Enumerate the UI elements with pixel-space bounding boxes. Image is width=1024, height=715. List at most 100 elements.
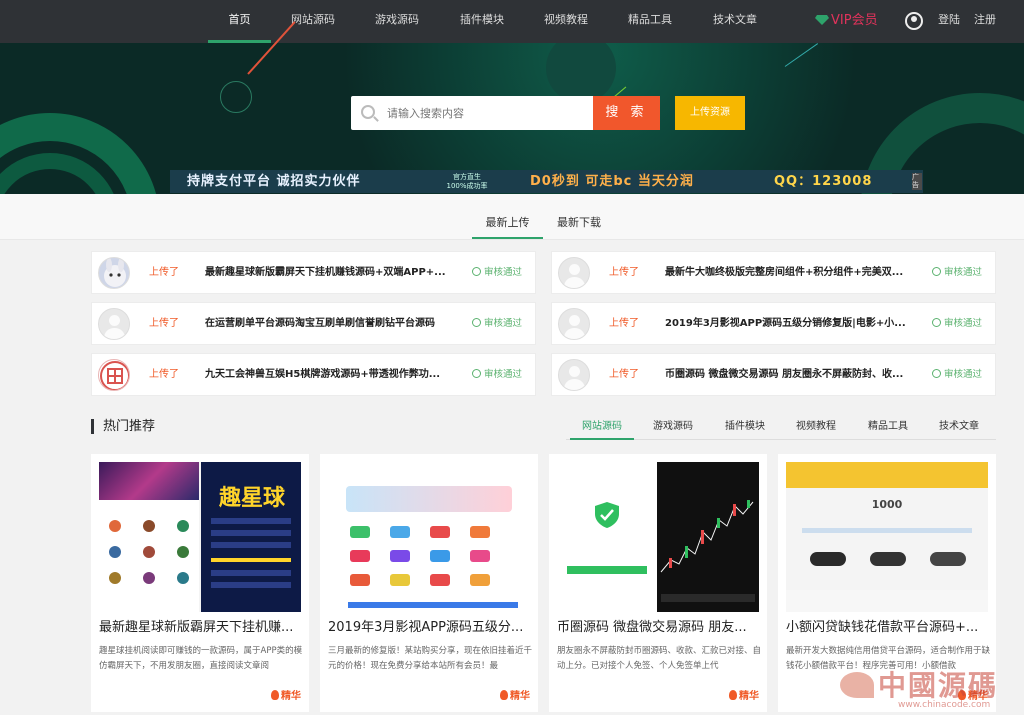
hot-section-title: 热门推荐 — [103, 419, 156, 434]
thumb-icon — [177, 572, 189, 584]
thumb-row — [211, 582, 291, 588]
banner-circle — [220, 81, 252, 113]
upload-title[interactable]: 2019年3月影视APP源码五级分销修复版|电影+小... — [665, 303, 915, 344]
product-title[interactable]: 小额闪贷缺钱花借款平台源码+... — [786, 618, 992, 638]
tab-latest-upload[interactable]: 最新上传 — [472, 209, 543, 239]
product-card[interactable]: 2019年3月影视APP源码五级分... 三月最新的修复版！某站购买分享，现在依… — [320, 454, 538, 712]
thumb-icon — [109, 546, 121, 558]
thumb-row — [211, 530, 291, 536]
product-card[interactable]: 趣星球 最新趣星球新版霸屏天下挂机赚... 趣星球挂机阅读即可赚钱的一款源码，属… — [91, 454, 309, 712]
ad-banner[interactable]: 持牌支付平台 诚招实力伙伴 官方直生 100%成功率 D0秒到 可走bc 当天分… — [170, 170, 923, 193]
product-title[interactable]: 2019年3月影视APP源码五级分... — [328, 618, 534, 638]
flame-icon — [271, 690, 279, 700]
login-link[interactable]: 登陆 — [938, 0, 960, 40]
status-badge: 审核通过 — [472, 303, 522, 344]
status-badge: 审核通过 — [932, 303, 982, 344]
upload-tag: 上传了 — [609, 267, 639, 278]
status-badge: 审核通过 — [932, 252, 982, 293]
thumb-icon — [177, 520, 189, 532]
check-circle-icon — [472, 267, 481, 276]
upload-title[interactable]: 币圈源码 微盘微交易源码 朋友圈永不屏蔽防封、收... — [665, 354, 915, 395]
status-text: 审核通过 — [944, 369, 983, 380]
featured-label: 精华 — [281, 691, 301, 702]
search-button[interactable]: 搜 索 — [593, 96, 660, 130]
thumb-row — [211, 570, 291, 576]
product-thumbnail[interactable] — [328, 462, 530, 612]
check-circle-icon — [472, 318, 481, 327]
product-thumbnail[interactable]: 趣星球 — [99, 462, 301, 612]
watermark-logo-icon — [840, 672, 874, 698]
seal-avatar-icon — [100, 361, 129, 390]
nav-item-plugins[interactable]: 插件模块 — [454, 0, 510, 43]
ad-text-partner: 持牌支付平台 诚招实力伙伴 — [187, 174, 361, 189]
thumb-trading-chart — [657, 462, 759, 612]
register-link[interactable]: 注册 — [974, 0, 996, 40]
check-circle-icon — [932, 369, 941, 378]
nav-item-home[interactable]: 首页 — [208, 0, 271, 43]
hot-tab-game-source[interactable]: 游戏源码 — [645, 414, 701, 440]
thumb-banner — [346, 486, 512, 512]
upload-item[interactable]: 上传了 最新牛大咖终极版完整房间组件+积分组件+完美双... 审核通过 — [551, 251, 996, 294]
featured-label: 精华 — [739, 691, 759, 702]
search-input[interactable] — [387, 96, 587, 130]
hot-tab-articles[interactable]: 技术文章 — [931, 414, 987, 440]
thumb-icon — [390, 550, 410, 562]
flame-icon — [500, 690, 508, 700]
upload-resource-button[interactable]: 上传资源 — [675, 96, 745, 130]
thumb-app-home — [99, 462, 199, 612]
check-circle-icon — [932, 318, 941, 327]
avatar-body — [564, 277, 585, 288]
top-nav: 首页 网站源码 游戏源码 插件模块 视频教程 精品工具 技术文章 VIP会员 登… — [0, 0, 1024, 43]
thumb-footer — [348, 602, 518, 608]
upload-item[interactable]: 上传了 最新趣星球新版霸屏天下挂机赚钱源码+双端APP+... 审核通过 — [91, 251, 536, 294]
avatar — [98, 257, 130, 289]
thumb-icon — [810, 552, 846, 566]
upload-item[interactable]: 上传了 币圈源码 微盘微交易源码 朋友圈永不屏蔽防封、收... 审核通过 — [551, 353, 996, 396]
nav-item-articles[interactable]: 技术文章 — [707, 0, 763, 43]
product-thumbnail[interactable] — [557, 462, 759, 612]
hot-tab-plugins[interactable]: 插件模块 — [717, 414, 773, 440]
product-title[interactable]: 最新趣星球新版霸屏天下挂机赚... — [99, 618, 305, 638]
nav-item-video-tutorials[interactable]: 视频教程 — [538, 0, 594, 43]
thumb-row — [211, 542, 291, 548]
product-card[interactable]: 币圈源码 微盘微交易源码 朋友... 朋友圈永不屏蔽防封币圈源码、收款、汇款已对… — [549, 454, 767, 712]
ad-text-official-line2: 100%成功率 — [446, 182, 488, 190]
bunny-avatar-icon — [104, 258, 126, 287]
upload-title[interactable]: 九天工会神兽互娱H5棋牌游戏源码+带透视作弊功... — [205, 354, 455, 395]
upload-title[interactable]: 最新牛大咖终极版完整房间组件+积分组件+完美双... — [665, 252, 915, 293]
watermark-url: www.chinacode.com — [898, 700, 991, 710]
avatar — [98, 308, 130, 340]
status-badge: 审核通过 — [472, 252, 522, 293]
hot-tab-video-tutorials[interactable]: 视频教程 — [788, 414, 844, 440]
hot-tab-website-source[interactable]: 网站源码 — [570, 414, 634, 440]
thumb-button — [567, 566, 647, 574]
upload-title[interactable]: 最新趣星球新版霸屏天下挂机赚钱源码+双端APP+... — [205, 252, 455, 293]
flame-icon — [729, 690, 737, 700]
upload-item[interactable]: 上传了 2019年3月影视APP源码五级分销修复版|电影+小... 审核通过 — [551, 302, 996, 345]
thumb-icon — [430, 550, 450, 562]
upload-item[interactable]: 上传了 在运营刷单平台源码淘宝互刷单刷信誉刷钻平台源码 审核通过 — [91, 302, 536, 345]
nav-item-tools[interactable]: 精品工具 — [622, 0, 678, 43]
status-text: 审核通过 — [484, 267, 523, 278]
thumb-logo-text: 趣星球 — [218, 486, 285, 511]
thumb-icon — [930, 552, 966, 566]
tab-latest-download[interactable]: 最新下载 — [551, 209, 607, 239]
thumb-header — [786, 462, 988, 488]
check-circle-icon — [932, 267, 941, 276]
vip-link[interactable]: VIP会员 — [815, 0, 878, 43]
thumb-icon — [390, 574, 410, 586]
avatar — [558, 257, 590, 289]
upload-title[interactable]: 在运营刷单平台源码淘宝互刷单刷信誉刷钻平台源码 — [205, 303, 455, 344]
product-thumbnail[interactable]: 1000 — [786, 462, 988, 612]
avatar — [558, 308, 590, 340]
thumb-payment-screen — [557, 462, 657, 612]
hot-tab-tools[interactable]: 精品工具 — [860, 414, 916, 440]
nav-item-game-source[interactable]: 游戏源码 — [369, 0, 425, 43]
product-description: 趣星球挂机阅读即可赚钱的一款源码，属于APP类的模仿霸屏天下，不用发朋友圈，直接… — [99, 646, 303, 671]
upload-item[interactable]: 上传了 九天工会神兽互娱H5棋牌游戏源码+带透视作弊功... 审核通过 — [91, 353, 536, 396]
product-title[interactable]: 币圈源码 微盘微交易源码 朋友... — [557, 618, 763, 638]
upload-tag: 上传了 — [149, 369, 179, 380]
user-icon[interactable] — [905, 12, 923, 30]
avatar-body — [564, 328, 585, 339]
status-text: 审核通过 — [484, 369, 523, 380]
